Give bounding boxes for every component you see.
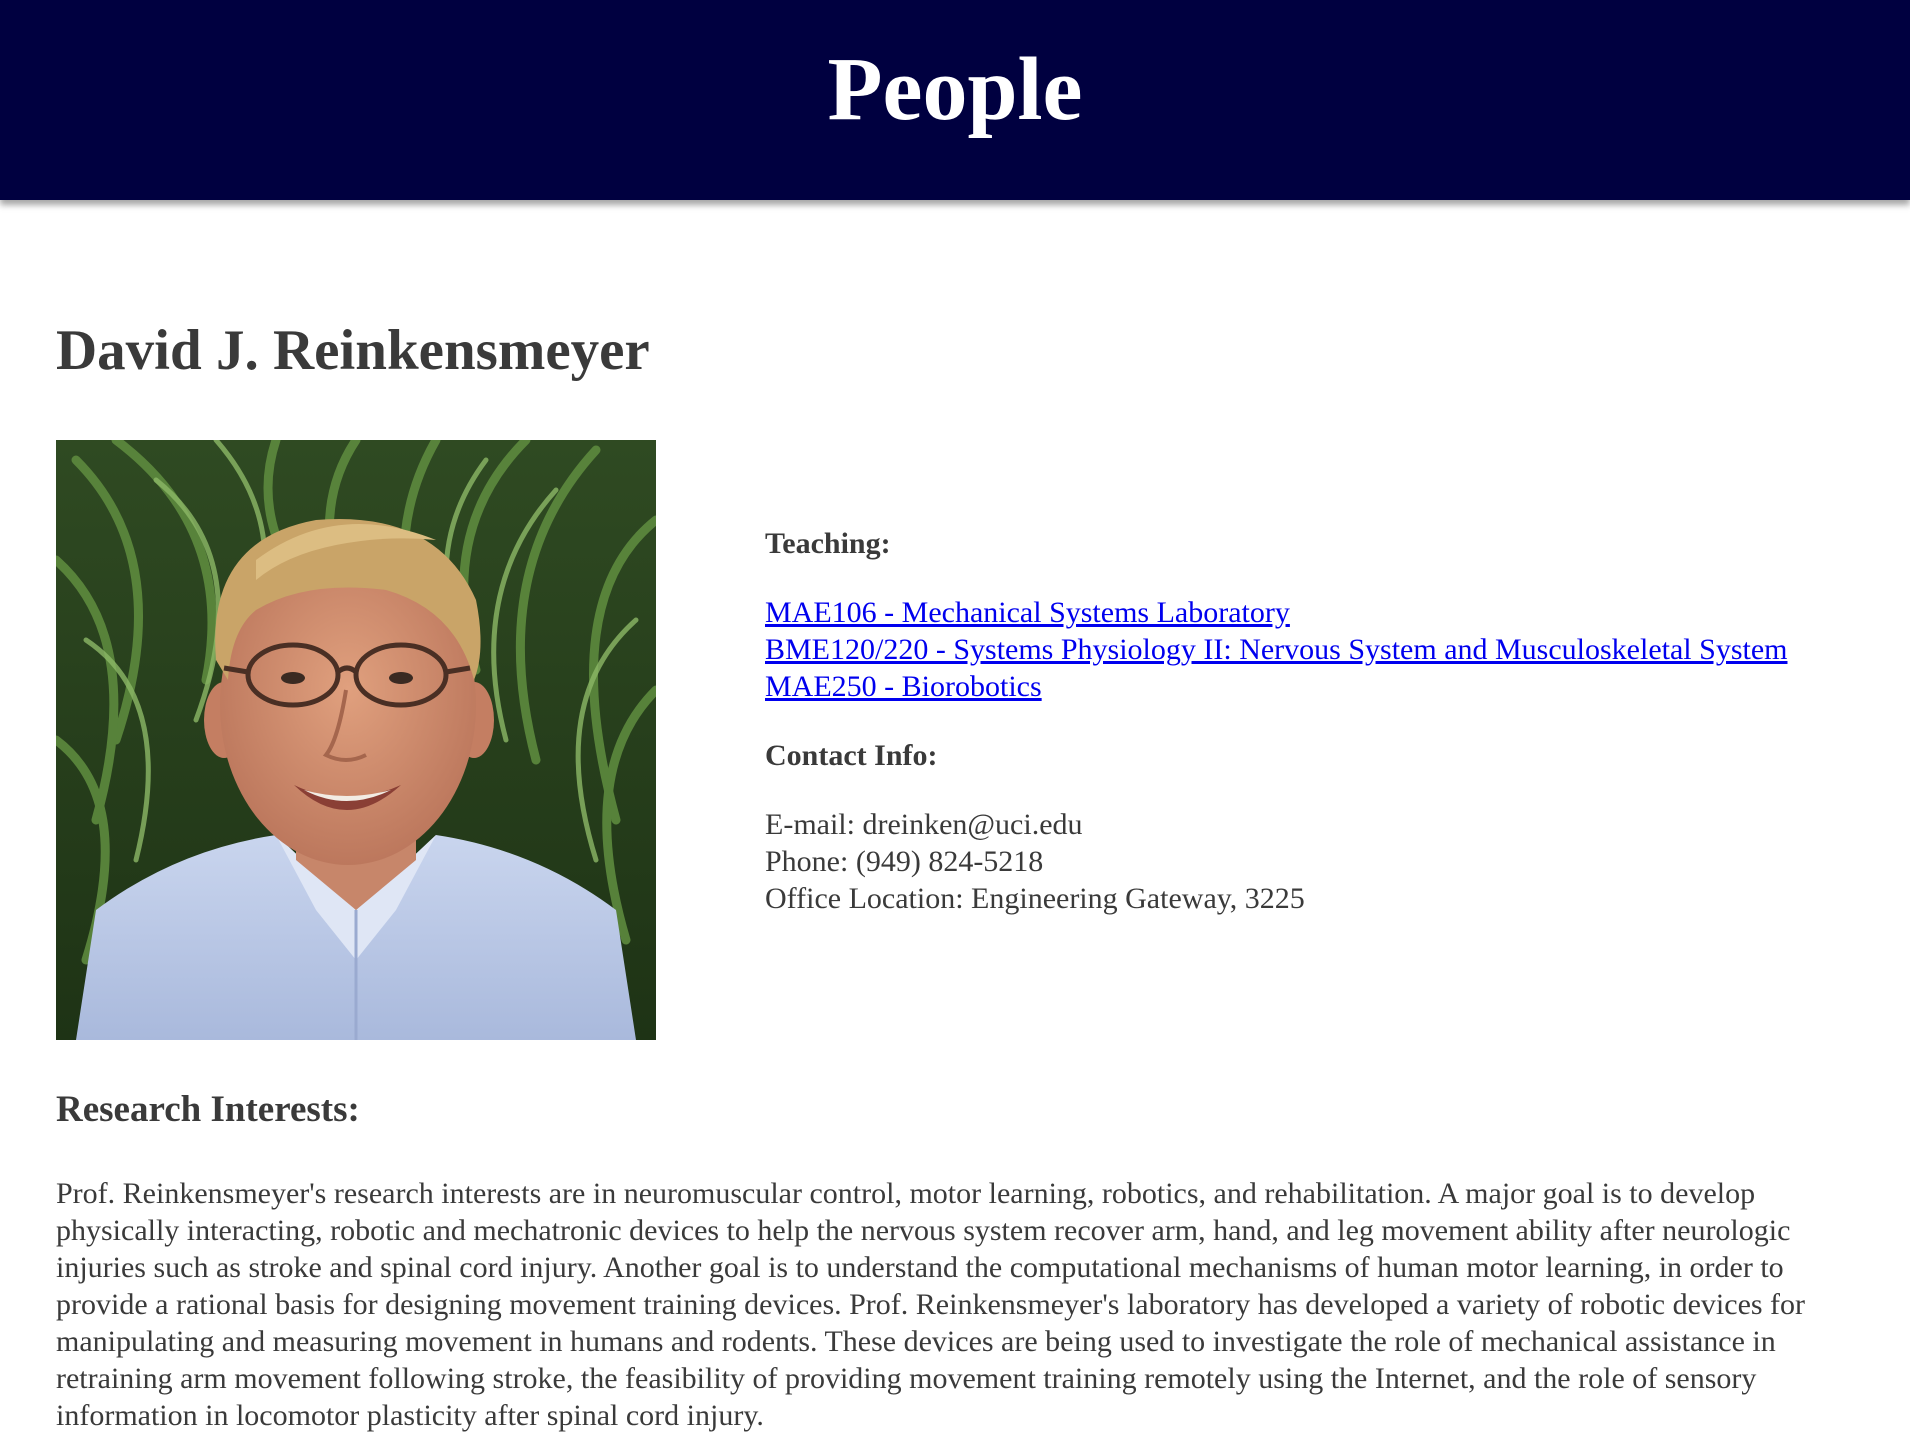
person-info-panel: Teaching: MAE106 - Mechanical Systems La… — [765, 525, 1885, 917]
page-title: People — [827, 40, 1083, 139]
contact-phone: Phone: (949) 824-5218 — [765, 845, 1044, 878]
research-interests-text: Prof. Reinkensmeyer's research interests… — [56, 1177, 1806, 1432]
contact-office-location: Office Location: Engineering Gateway, 32… — [765, 882, 1305, 915]
course-link-bme120-220[interactable]: BME120/220 - Systems Physiology II: Nerv… — [765, 631, 1885, 668]
page-header-banner: People — [0, 0, 1910, 200]
person-name: David J. Reinkensmeyer — [56, 319, 650, 382]
course-link-mae106[interactable]: MAE106 - Mechanical Systems Laboratory — [765, 594, 1885, 631]
research-interests-heading: Research Interests: — [56, 1089, 360, 1130]
contact-email: E-mail: dreinken@uci.edu — [765, 808, 1083, 841]
course-list: MAE106 - Mechanical Systems Laboratory B… — [765, 594, 1885, 705]
course-link-mae250[interactable]: MAE250 - Biorobotics — [765, 668, 1885, 705]
profile-photo — [56, 440, 656, 1040]
teaching-label: Teaching: — [765, 527, 891, 560]
contact-info-label: Contact Info: — [765, 739, 938, 772]
